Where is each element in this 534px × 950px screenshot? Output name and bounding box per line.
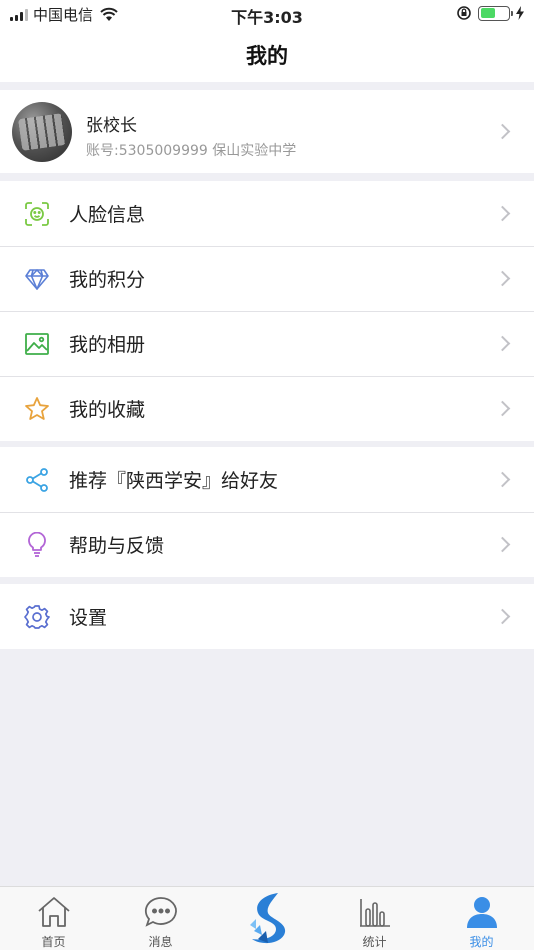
image-icon bbox=[25, 333, 49, 355]
profile-name: 张校长 bbox=[86, 116, 137, 136]
home-icon bbox=[38, 897, 70, 927]
menu-group-2: 推荐『陕西学安』给好友 帮助与反馈 bbox=[0, 447, 534, 577]
avatar[interactable] bbox=[12, 102, 72, 162]
menu-item-label: 帮助与反馈 bbox=[69, 535, 165, 557]
chevron-right-icon bbox=[494, 205, 511, 222]
status-bar: 中国电信 下午3:03 bbox=[0, 0, 534, 28]
gear-icon bbox=[24, 605, 50, 629]
menu-item-help-feedback[interactable]: 帮助与反馈 bbox=[0, 512, 534, 577]
status-time: 下午3:03 bbox=[231, 8, 303, 27]
bar-chart-icon bbox=[360, 899, 390, 927]
menu-item-label: 人脸信息 bbox=[69, 204, 146, 226]
diamond-icon bbox=[25, 269, 49, 290]
chevron-right-icon bbox=[494, 608, 511, 625]
chevron-right-icon bbox=[494, 536, 511, 553]
chevron-right-icon bbox=[494, 471, 511, 488]
profile-account: 账号:5305009999 保山实验中学 bbox=[86, 143, 297, 159]
tab-label: 消息 bbox=[148, 935, 173, 949]
tab-label: 我的 bbox=[469, 935, 494, 949]
tab-label: 统计 bbox=[362, 935, 387, 949]
chat-bubble-icon bbox=[144, 897, 177, 927]
menu-item-label: 我的相册 bbox=[69, 334, 146, 356]
chevron-right-icon bbox=[494, 400, 511, 417]
chevron-right-icon bbox=[494, 270, 511, 287]
charging-bolt-icon bbox=[516, 6, 524, 20]
menu-item-recommend[interactable]: 推荐『陕西学安』给好友 bbox=[0, 447, 534, 512]
chevron-right-icon bbox=[494, 123, 511, 140]
menu-group-1: 人脸信息 我的积分 我的相册 我的收藏 bbox=[0, 181, 534, 441]
star-icon bbox=[25, 397, 49, 420]
menu-item-face-info[interactable]: 人脸信息 bbox=[0, 181, 534, 246]
status-right bbox=[456, 5, 524, 21]
page-title: 我的 bbox=[246, 44, 288, 68]
menu-item-label: 推荐『陕西学安』给好友 bbox=[69, 470, 279, 492]
tab-bar: 首页 消息 统计 我的 bbox=[0, 886, 534, 950]
menu-group-3: 设置 bbox=[0, 584, 534, 649]
tab-mine[interactable]: 我的 bbox=[428, 887, 534, 950]
tab-home[interactable]: 首页 bbox=[0, 887, 107, 950]
face-id-icon bbox=[25, 202, 49, 226]
profile-card[interactable]: 张校长 账号:5305009999 保山实验中学 bbox=[0, 90, 534, 173]
share-icon bbox=[26, 468, 48, 492]
app-logo-icon bbox=[250, 893, 286, 944]
menu-item-label: 设置 bbox=[69, 607, 108, 629]
rotation-lock-icon bbox=[457, 6, 471, 20]
tab-messages[interactable]: 消息 bbox=[107, 887, 214, 950]
battery-icon bbox=[478, 5, 513, 21]
menu-item-album[interactable]: 我的相册 bbox=[0, 311, 534, 376]
chevron-right-icon bbox=[494, 335, 511, 352]
tab-statistics[interactable]: 统计 bbox=[321, 887, 428, 950]
tab-label: 首页 bbox=[41, 935, 66, 949]
tab-center-logo[interactable] bbox=[214, 887, 321, 950]
user-icon bbox=[467, 897, 497, 928]
menu-item-favorites[interactable]: 我的收藏 bbox=[0, 376, 534, 441]
menu-item-label: 我的收藏 bbox=[69, 399, 146, 421]
menu-item-label: 我的积分 bbox=[69, 269, 146, 291]
menu-item-points[interactable]: 我的积分 bbox=[0, 246, 534, 311]
nav-bar: 我的 bbox=[0, 28, 534, 82]
menu-item-settings[interactable]: 设置 bbox=[0, 584, 534, 649]
lightbulb-icon bbox=[28, 532, 46, 557]
